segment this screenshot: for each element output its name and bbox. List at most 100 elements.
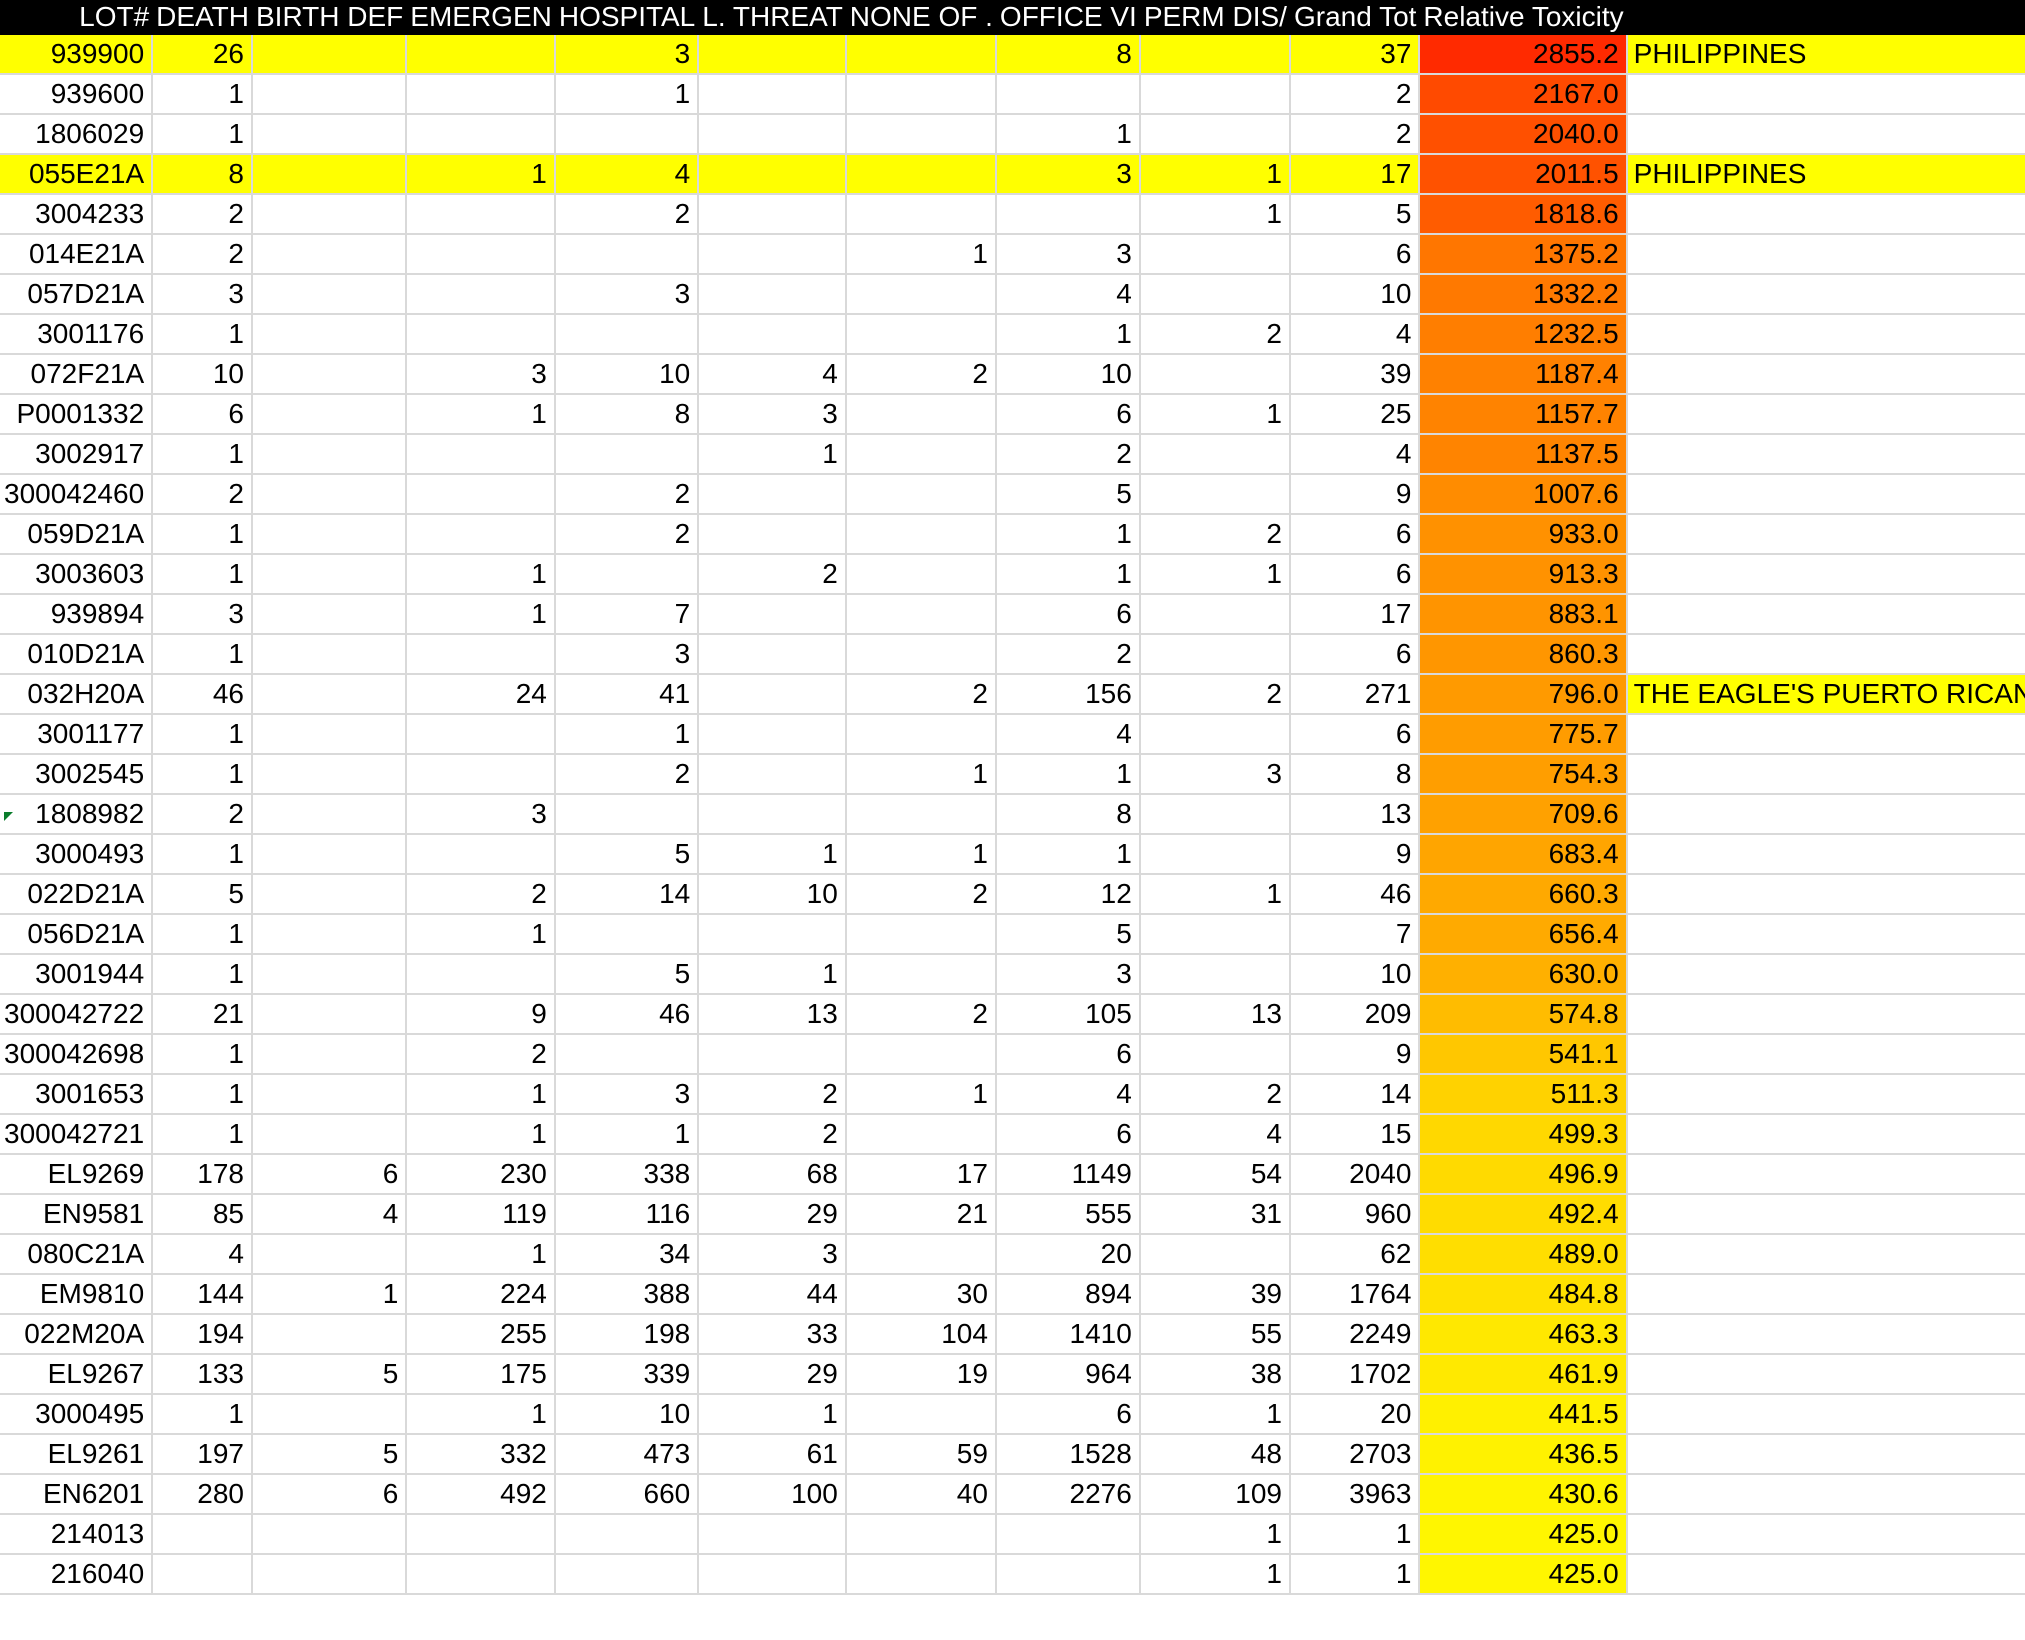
value-cell[interactable]: 14 bbox=[554, 874, 700, 915]
value-cell[interactable]: 197 bbox=[152, 1434, 253, 1475]
value-cell[interactable] bbox=[995, 1554, 1141, 1595]
note-cell[interactable] bbox=[1626, 1114, 2025, 1155]
value-cell[interactable]: 4 bbox=[1289, 314, 1421, 355]
note-cell[interactable] bbox=[1626, 874, 2025, 915]
value-cell[interactable]: 1 bbox=[1139, 194, 1291, 235]
value-cell[interactable] bbox=[251, 594, 408, 635]
value-cell[interactable] bbox=[251, 754, 408, 795]
value-cell[interactable] bbox=[251, 274, 408, 315]
value-cell[interactable] bbox=[1139, 434, 1291, 475]
value-cell[interactable]: 2 bbox=[845, 994, 997, 1035]
value-cell[interactable]: 1 bbox=[152, 634, 253, 675]
value-cell[interactable]: 1 bbox=[845, 1074, 997, 1115]
value-cell[interactable]: 224 bbox=[406, 1274, 556, 1315]
value-cell[interactable]: 3 bbox=[698, 394, 847, 435]
value-cell[interactable]: 19 bbox=[845, 1354, 997, 1395]
note-cell[interactable] bbox=[1626, 1034, 2025, 1075]
note-cell[interactable] bbox=[1626, 794, 2025, 835]
value-cell[interactable]: 12 bbox=[995, 874, 1141, 915]
value-cell[interactable]: 1 bbox=[152, 1394, 253, 1435]
value-cell[interactable]: 1 bbox=[152, 74, 253, 115]
value-cell[interactable]: 13 bbox=[698, 994, 847, 1035]
value-cell[interactable]: 10 bbox=[554, 1394, 700, 1435]
lot-cell[interactable]: EN6201 bbox=[0, 1474, 154, 1515]
value-cell[interactable]: 1 bbox=[406, 1234, 556, 1275]
toxicity-cell[interactable]: 913.3 bbox=[1419, 554, 1628, 595]
value-cell[interactable]: 492 bbox=[406, 1474, 556, 1515]
toxicity-cell[interactable]: 883.1 bbox=[1419, 594, 1628, 635]
value-cell[interactable]: 55 bbox=[1139, 1314, 1291, 1355]
value-cell[interactable]: 1 bbox=[1139, 1554, 1291, 1595]
note-cell[interactable] bbox=[1626, 954, 2025, 995]
value-cell[interactable]: 5 bbox=[251, 1354, 408, 1395]
toxicity-cell[interactable]: 425.0 bbox=[1419, 1514, 1628, 1555]
value-cell[interactable] bbox=[845, 554, 997, 595]
value-cell[interactable] bbox=[698, 234, 847, 275]
value-cell[interactable] bbox=[698, 714, 847, 755]
value-cell[interactable] bbox=[698, 914, 847, 955]
value-cell[interactable]: 3 bbox=[152, 594, 253, 635]
value-cell[interactable] bbox=[251, 1074, 408, 1115]
lot-cell[interactable]: 939900 bbox=[0, 34, 154, 75]
toxicity-cell[interactable]: 1375.2 bbox=[1419, 234, 1628, 275]
value-cell[interactable]: 8 bbox=[995, 34, 1141, 75]
value-cell[interactable] bbox=[995, 1514, 1141, 1555]
value-cell[interactable]: 3 bbox=[995, 234, 1141, 275]
value-cell[interactable] bbox=[406, 74, 556, 115]
value-cell[interactable] bbox=[698, 1554, 847, 1595]
value-cell[interactable] bbox=[845, 394, 997, 435]
value-cell[interactable] bbox=[152, 1554, 253, 1595]
value-cell[interactable]: 31 bbox=[1139, 1194, 1291, 1235]
note-cell[interactable] bbox=[1626, 1194, 2025, 1235]
note-cell[interactable] bbox=[1626, 1554, 2025, 1595]
value-cell[interactable] bbox=[152, 1514, 253, 1555]
value-cell[interactable] bbox=[1139, 1234, 1291, 1275]
value-cell[interactable] bbox=[554, 1554, 700, 1595]
value-cell[interactable] bbox=[554, 234, 700, 275]
value-cell[interactable]: 2 bbox=[554, 514, 700, 555]
lot-cell[interactable]: 939600 bbox=[0, 74, 154, 115]
value-cell[interactable]: 1 bbox=[251, 1274, 408, 1315]
value-cell[interactable]: 2 bbox=[845, 874, 997, 915]
value-cell[interactable] bbox=[251, 674, 408, 715]
value-cell[interactable]: 2 bbox=[995, 634, 1141, 675]
value-cell[interactable]: 4 bbox=[1139, 1114, 1291, 1155]
value-cell[interactable] bbox=[554, 1514, 700, 1555]
value-cell[interactable] bbox=[554, 794, 700, 835]
value-cell[interactable]: 1 bbox=[995, 514, 1141, 555]
column-header[interactable]: DEATH bbox=[152, 0, 253, 35]
value-cell[interactable]: 62 bbox=[1289, 1234, 1421, 1275]
value-cell[interactable]: 40 bbox=[845, 1474, 997, 1515]
value-cell[interactable] bbox=[406, 714, 556, 755]
value-cell[interactable] bbox=[251, 74, 408, 115]
column-header[interactable]: NONE OF . bbox=[845, 0, 997, 35]
value-cell[interactable]: 5 bbox=[554, 834, 700, 875]
value-cell[interactable] bbox=[845, 634, 997, 675]
value-cell[interactable]: 3 bbox=[554, 274, 700, 315]
value-cell[interactable]: 14 bbox=[1289, 1074, 1421, 1115]
value-cell[interactable]: 332 bbox=[406, 1434, 556, 1475]
value-cell[interactable] bbox=[1139, 714, 1291, 755]
value-cell[interactable]: 555 bbox=[995, 1194, 1141, 1235]
value-cell[interactable] bbox=[845, 194, 997, 235]
value-cell[interactable] bbox=[698, 474, 847, 515]
value-cell[interactable] bbox=[845, 314, 997, 355]
value-cell[interactable]: 1 bbox=[152, 834, 253, 875]
note-cell[interactable] bbox=[1626, 914, 2025, 955]
toxicity-cell[interactable]: 683.4 bbox=[1419, 834, 1628, 875]
value-cell[interactable]: 1 bbox=[698, 954, 847, 995]
value-cell[interactable]: 1 bbox=[406, 594, 556, 635]
value-cell[interactable]: 3963 bbox=[1289, 1474, 1421, 1515]
value-cell[interactable]: 119 bbox=[406, 1194, 556, 1235]
lot-cell[interactable]: 3002545 bbox=[0, 754, 154, 795]
value-cell[interactable] bbox=[845, 434, 997, 475]
lot-cell[interactable]: 022D21A bbox=[0, 874, 154, 915]
lot-cell[interactable]: 3000495 bbox=[0, 1394, 154, 1435]
value-cell[interactable]: 964 bbox=[995, 1354, 1141, 1395]
toxicity-cell[interactable]: 463.3 bbox=[1419, 1314, 1628, 1355]
value-cell[interactable]: 2 bbox=[995, 434, 1141, 475]
value-cell[interactable]: 13 bbox=[1139, 994, 1291, 1035]
column-header[interactable]: LOT# bbox=[0, 0, 154, 35]
value-cell[interactable] bbox=[251, 634, 408, 675]
value-cell[interactable] bbox=[698, 754, 847, 795]
